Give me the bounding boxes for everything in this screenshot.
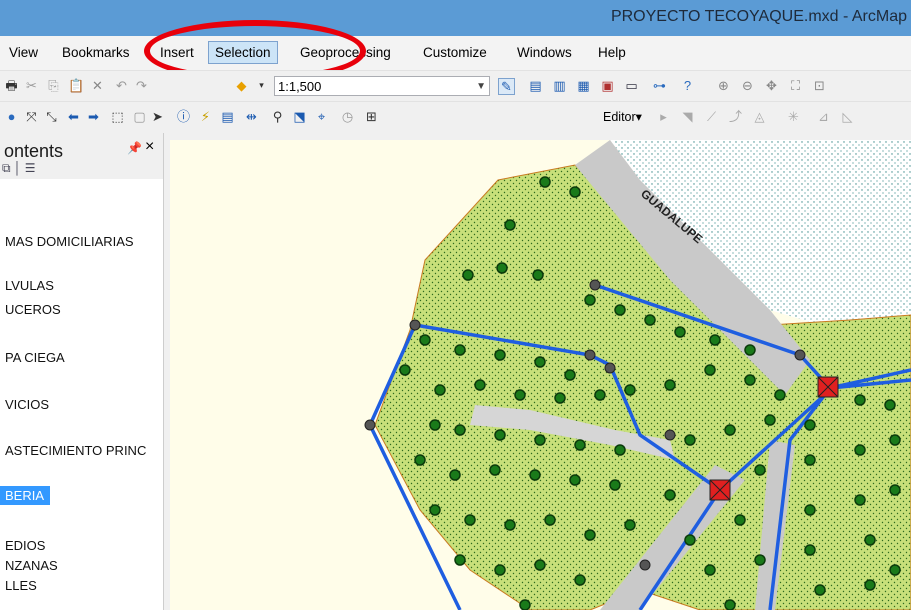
edit-tool-icon[interactable]: ▸ <box>656 109 671 124</box>
redo-icon[interactable]: ↷ <box>134 78 149 93</box>
map-scale-combobox[interactable]: 1:1,500 ▼ <box>274 76 490 96</box>
editor-toolbar-icon[interactable]: ✎ <box>498 78 515 95</box>
table-of-contents-icon[interactable]: ▤ <box>528 78 543 93</box>
search-window-icon[interactable]: ▦ <box>576 78 591 93</box>
window-title: PROYECTO TECOYAQUE.mxd - ArcMap <box>610 8 907 25</box>
find-icon[interactable]: ⚲ <box>270 109 285 124</box>
toc-layer-item[interactable]: ASTECIMIENTO PRINC <box>5 443 146 458</box>
select-features-icon[interactable]: ⬚ <box>110 109 125 124</box>
toc-layer-item[interactable]: MAS DOMICILIARIAS <box>5 234 134 249</box>
point-icon[interactable]: ◬ <box>752 109 767 124</box>
zoom-in-fixed-icon[interactable]: ⤧ <box>24 109 39 124</box>
paste-icon[interactable]: 📋 <box>68 78 84 93</box>
straight-segment-icon[interactable]: ⟋ <box>704 109 719 124</box>
clear-selection-icon[interactable]: ▢ <box>132 109 147 124</box>
cut-polygons-icon[interactable]: ◺ <box>840 109 855 124</box>
standard-toolbar: 🖶 ✂ ⎘ 📋 ✕ ↶ ↷ ◆ ▾ 1:1,500 ▼ ✎ ▤ ▥ ▦ ▣ ▭ … <box>0 70 911 102</box>
map-view[interactable]: GUADALUPE <box>170 140 911 610</box>
select-elements-icon[interactable]: ➤ <box>150 109 165 124</box>
reshape-icon[interactable]: ⊿ <box>816 109 831 124</box>
fixed-zoom-icon[interactable]: ⊡ <box>812 78 827 93</box>
arctoolbox-icon[interactable]: ▣ <box>600 78 615 93</box>
menu-bookmarks[interactable]: Bookmarks <box>62 45 130 60</box>
menu-windows[interactable]: Windows <box>517 45 572 60</box>
back-extent-icon[interactable]: ⬅ <box>66 109 81 124</box>
catalog-icon[interactable]: ▥ <box>552 78 567 93</box>
go-to-xy-icon[interactable]: ⌖ <box>314 109 329 124</box>
cut-icon[interactable]: ✂ <box>24 78 39 93</box>
copy-icon[interactable]: ⎘ <box>46 78 61 93</box>
map-canvas[interactable]: GUADALUPE <box>170 140 911 610</box>
hyperlink-icon[interactable]: ⚡ <box>198 109 213 124</box>
table-of-contents-panel: ontents 📌 × ⧉ │ ☰ MAS DOMICILIARIAS LVUL… <box>0 133 164 610</box>
toc-header: ontents 📌 × ⧉ │ ☰ <box>0 133 163 179</box>
pin-icon[interactable]: 📌 <box>127 141 142 155</box>
toc-title: ontents <box>4 141 64 161</box>
zoom-in-icon[interactable]: ⊕ <box>716 78 731 93</box>
edit-vertices-icon[interactable]: ✳ <box>786 109 801 124</box>
tools-toolbar: ● ⤧ ⤡ ⬅ ➡ ⬚ ▢ ➤ ⓘ ⚡ ▤ ⇹ ⚲ ⬔ ⌖ ◷ ⊞ Editor… <box>0 101 911 133</box>
measure-icon[interactable]: ⇹ <box>244 109 259 124</box>
zoom-out-fixed-icon[interactable]: ⤡ <box>44 109 59 124</box>
undo-icon[interactable]: ↶ <box>114 78 129 93</box>
edit-annotation-icon[interactable]: ◥ <box>680 109 695 124</box>
editor-menu-button[interactable]: Editor▾ <box>603 109 642 124</box>
zoom-out-icon[interactable]: ⊖ <box>740 78 755 93</box>
toc-layer-item[interactable]: EDIOS <box>5 538 45 553</box>
menu-bar: View Bookmarks Insert Selection Geoproce… <box>0 36 911 70</box>
pan-icon[interactable]: ✥ <box>764 78 779 93</box>
python-window-icon[interactable]: ▭ <box>624 78 639 93</box>
title-bar: PROYECTO TECOYAQUE.mxd - ArcMap <box>0 0 911 36</box>
time-slider-icon[interactable]: ◷ <box>340 109 355 124</box>
delete-icon[interactable]: ✕ <box>90 78 105 93</box>
whats-this-icon[interactable]: ? <box>680 78 695 93</box>
full-extent-icon[interactable]: ⛶ <box>788 78 803 93</box>
menu-view[interactable]: View <box>9 45 38 60</box>
chevron-down-icon[interactable]: ▼ <box>476 77 486 97</box>
toc-layer-item[interactable]: NZANAS <box>5 558 58 573</box>
trace-icon[interactable]: ⤴ <box>728 109 743 124</box>
magnifier-icon[interactable]: ⊞ <box>364 109 379 124</box>
find-route-icon[interactable]: ⬔ <box>292 109 307 124</box>
menu-customize[interactable]: Customize <box>423 45 487 60</box>
close-icon[interactable]: × <box>145 138 154 156</box>
toc-layer-item[interactable]: LVULAS <box>5 278 54 293</box>
add-data-dropdown-icon[interactable]: ▾ <box>254 78 269 93</box>
add-data-icon[interactable]: ◆ <box>234 78 249 93</box>
html-popup-icon[interactable]: ▤ <box>220 109 235 124</box>
forward-extent-icon[interactable]: ➡ <box>86 109 101 124</box>
model-builder-icon[interactable]: ⊶ <box>652 78 667 93</box>
toc-layer-item-selected[interactable]: BERIA <box>0 486 51 505</box>
list-by-drawing-order-icon[interactable]: ⧉ │ ☰ <box>2 161 36 176</box>
toc-layer-item[interactable]: UCEROS <box>5 302 61 317</box>
toc-layer-item[interactable]: PA CIEGA <box>5 350 65 365</box>
print-icon[interactable]: 🖶 <box>4 78 19 93</box>
menu-help[interactable]: Help <box>598 45 626 60</box>
toc-layer-item[interactable]: VICIOS <box>5 397 49 412</box>
globe-icon[interactable]: ● <box>4 109 19 124</box>
toc-layer-item[interactable]: LLES <box>5 578 37 593</box>
identify-icon[interactable]: ⓘ <box>176 109 191 124</box>
map-scale-value: 1:1,500 <box>278 79 322 94</box>
